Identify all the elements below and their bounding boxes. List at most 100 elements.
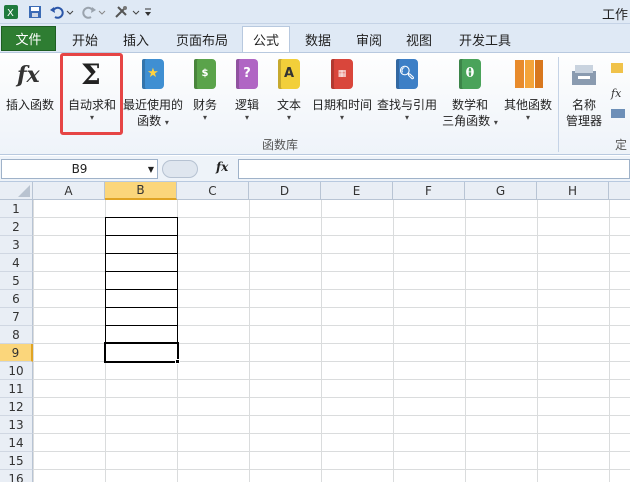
chevron-down-icon[interactable]: ▼ — [148, 165, 154, 174]
magnifier-book-icon: 🔍︎ — [392, 57, 422, 91]
insert-function-button[interactable]: fx 插入函数 — [3, 57, 57, 113]
financial-button[interactable]: $ 财务 ▾ — [188, 57, 222, 123]
row-header-12[interactable]: 12 — [0, 398, 33, 416]
active-cell-b9[interactable] — [104, 342, 179, 363]
row-header-7[interactable]: 7 — [0, 308, 33, 326]
tab-formulas[interactable]: 公式 — [242, 26, 290, 52]
lookup-reference-button[interactable]: 🔍︎ 查找与引用 ▾ — [376, 57, 438, 123]
recent-label-1: 最近使用的 — [122, 98, 183, 112]
row-header-16[interactable]: 16 — [0, 470, 33, 482]
cell-b5[interactable] — [105, 271, 178, 290]
books-stack-icon — [513, 57, 543, 91]
name-manager-label-1: 名称 — [571, 98, 596, 112]
date-time-button[interactable]: ▦ 日期和时间 ▾ — [310, 57, 374, 123]
window-title: 工作 — [601, 8, 628, 23]
column-header-b[interactable]: B — [105, 182, 177, 200]
name-manager-button[interactable]: 名称 管理器 — [563, 57, 605, 129]
column-header-h[interactable]: H — [537, 182, 609, 200]
math-label-1: 数学和 — [451, 98, 488, 112]
math-label-2: 三角函数 ▾ — [442, 114, 498, 128]
row-header-8[interactable]: 8 — [0, 326, 33, 344]
row-header-2[interactable]: 2 — [0, 218, 33, 236]
row-header-6[interactable]: 6 — [0, 290, 33, 308]
math-trig-button[interactable]: θ 数学和 三角函数 ▾ — [441, 57, 499, 129]
row-header-14[interactable]: 14 — [0, 434, 33, 452]
text-label: 文本 — [276, 98, 301, 112]
formula-bar-splitter[interactable] — [162, 160, 198, 178]
row-header-9[interactable]: 9 — [0, 344, 33, 362]
recent-functions-button[interactable]: ★ 最近使用的 函数 ▾ — [122, 57, 184, 129]
cell-b7[interactable] — [105, 307, 178, 326]
tab-file[interactable]: 文件 — [1, 26, 56, 51]
group-separator — [558, 57, 559, 152]
theta-book-icon: θ — [455, 57, 485, 91]
autosum-highlight-box — [60, 53, 123, 135]
chevron-down-icon: ▾ — [244, 113, 249, 122]
chevron-down-icon: ▾ — [339, 113, 344, 122]
cell-b4[interactable] — [105, 253, 178, 272]
name-box[interactable]: B9 ▼ — [1, 159, 158, 179]
excel-logo-icon: X — [2, 3, 20, 21]
define-name-icons[interactable]: fx — [609, 61, 629, 124]
more-functions-button[interactable]: 其他函数 ▾ — [502, 57, 554, 123]
logic-book-icon: ? — [232, 57, 262, 91]
tab-view[interactable]: 视图 — [397, 27, 441, 51]
name-manager-label-2: 管理器 — [565, 114, 602, 128]
row-header-15[interactable]: 15 — [0, 452, 33, 470]
group-label-function-library: 函数库 — [262, 138, 299, 152]
column-header-e[interactable]: E — [321, 182, 393, 200]
date-time-label: 日期和时间 — [311, 98, 372, 112]
title-bar: X 工作 — [0, 0, 630, 24]
formula-bar: B9 ▼ fx — [0, 156, 630, 182]
tab-insert[interactable]: 插入 — [113, 27, 159, 51]
row-header-11[interactable]: 11 — [0, 380, 33, 398]
column-header-c[interactable]: C — [177, 182, 249, 200]
logical-label: 逻辑 — [234, 98, 259, 112]
row-header-3[interactable]: 3 — [0, 236, 33, 254]
tools-icon[interactable] — [112, 3, 142, 21]
undo-icon[interactable] — [48, 3, 76, 21]
customize-qa-icon[interactable] — [144, 3, 152, 21]
svg-text:fx: fx — [610, 87, 622, 100]
tab-page-layout[interactable]: 页面布局 — [168, 27, 236, 51]
fill-handle[interactable] — [175, 359, 180, 364]
fx-icon: fx — [15, 57, 45, 91]
chevron-down-icon: ▾ — [286, 113, 291, 122]
text-book-icon: A — [274, 57, 304, 91]
tab-developer[interactable]: 开发工具 — [450, 27, 520, 51]
chevron-down-icon: ▾ — [404, 113, 409, 122]
column-header-g[interactable]: G — [465, 182, 537, 200]
row-header-13[interactable]: 13 — [0, 416, 33, 434]
column-header-a[interactable]: A — [33, 182, 105, 200]
fx-icon[interactable]: fx — [216, 160, 228, 174]
cell-b6[interactable] — [105, 289, 178, 308]
formula-input[interactable] — [238, 159, 630, 179]
row-header-4[interactable]: 4 — [0, 254, 33, 272]
name-manager-icon — [569, 57, 599, 91]
svg-text:X: X — [7, 8, 14, 19]
row-header-1[interactable]: 1 — [0, 200, 33, 218]
ribbon-tabs: 文件 开始 插入 页面布局 公式 数据 审阅 视图 开发工具 — [0, 24, 630, 52]
row-header-5[interactable]: 5 — [0, 272, 33, 290]
column-header-f[interactable]: F — [393, 182, 465, 200]
calendar-book-icon: ▦ — [327, 57, 357, 91]
redo-icon[interactable] — [80, 3, 108, 21]
insert-function-label: 插入函数 — [5, 98, 54, 112]
more-functions-label: 其他函数 — [503, 98, 552, 112]
text-functions-button[interactable]: A 文本 ▾ — [272, 57, 306, 123]
cell-b3[interactable] — [105, 235, 178, 254]
lookup-label: 查找与引用 — [376, 98, 437, 112]
tab-review[interactable]: 审阅 — [347, 27, 391, 51]
select-all-corner[interactable] — [0, 182, 33, 200]
financial-label: 财务 — [192, 98, 217, 112]
svg-text:fx: fx — [15, 62, 40, 88]
group-label-defined-names: 定 — [615, 138, 628, 152]
tab-data[interactable]: 数据 — [296, 27, 340, 51]
logical-button[interactable]: ? 逻辑 ▾ — [230, 57, 264, 123]
save-icon[interactable] — [26, 3, 44, 21]
column-header-partial[interactable] — [609, 182, 630, 200]
row-header-10[interactable]: 10 — [0, 362, 33, 380]
tab-home[interactable]: 开始 — [62, 27, 108, 51]
column-header-d[interactable]: D — [249, 182, 321, 200]
cell-b2[interactable] — [105, 217, 178, 236]
